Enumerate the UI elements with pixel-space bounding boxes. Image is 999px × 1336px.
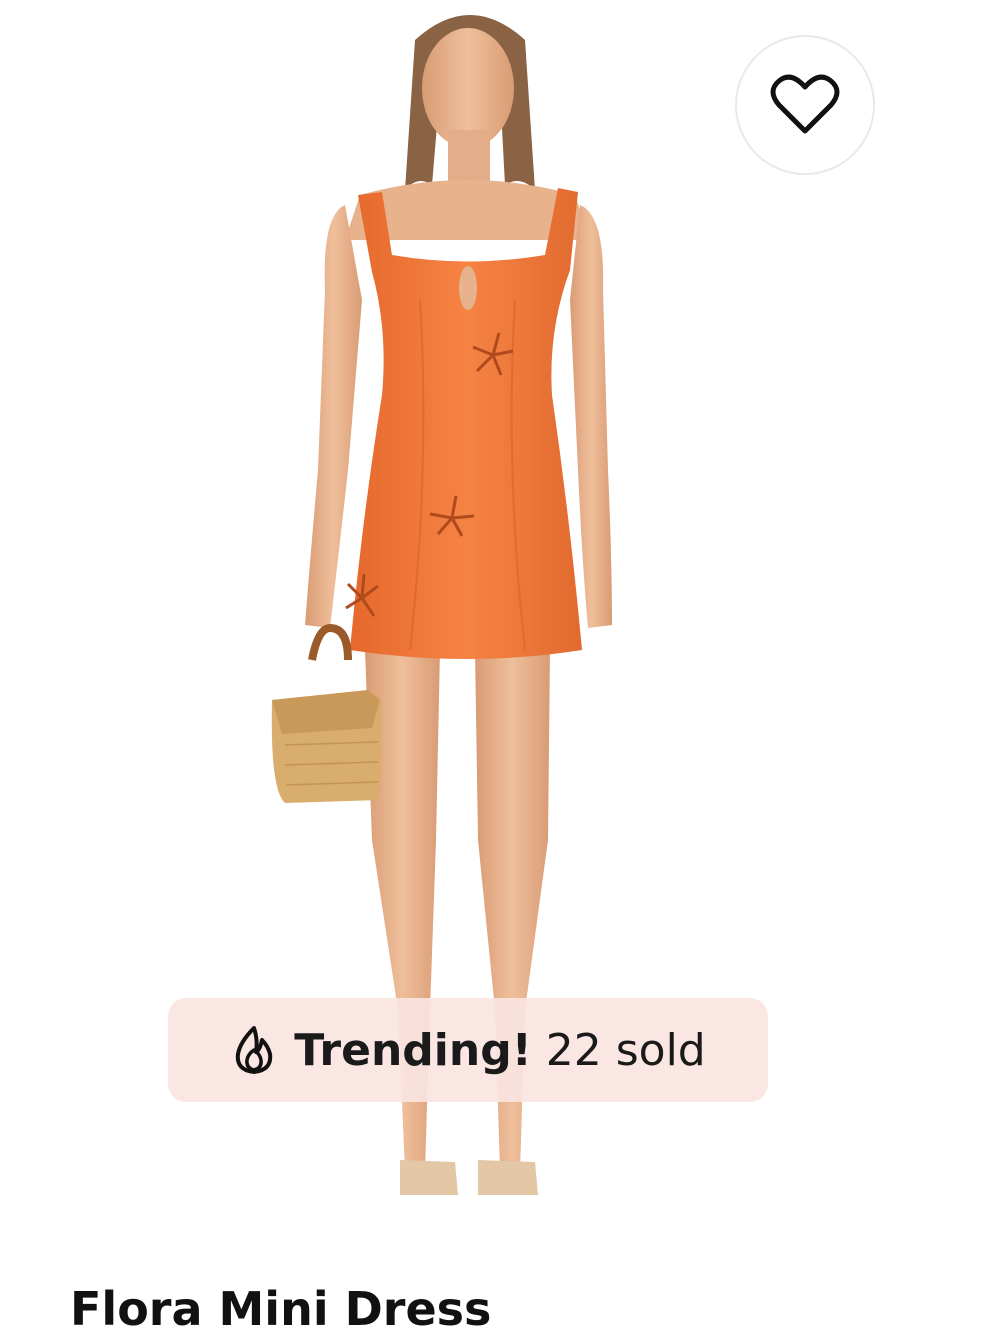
sold-count: 22 sold <box>545 1024 706 1076</box>
heart-outline-icon <box>770 74 840 134</box>
favorite-button[interactable] <box>735 35 875 175</box>
trending-badge: Trending! 22 sold <box>168 998 768 1102</box>
trending-label: Trending! 22 sold <box>294 1025 706 1076</box>
flame-icon <box>236 1026 273 1074</box>
product-title: Flora Mini Dress <box>70 1282 492 1336</box>
trending-highlight: Trending! <box>294 1024 532 1076</box>
